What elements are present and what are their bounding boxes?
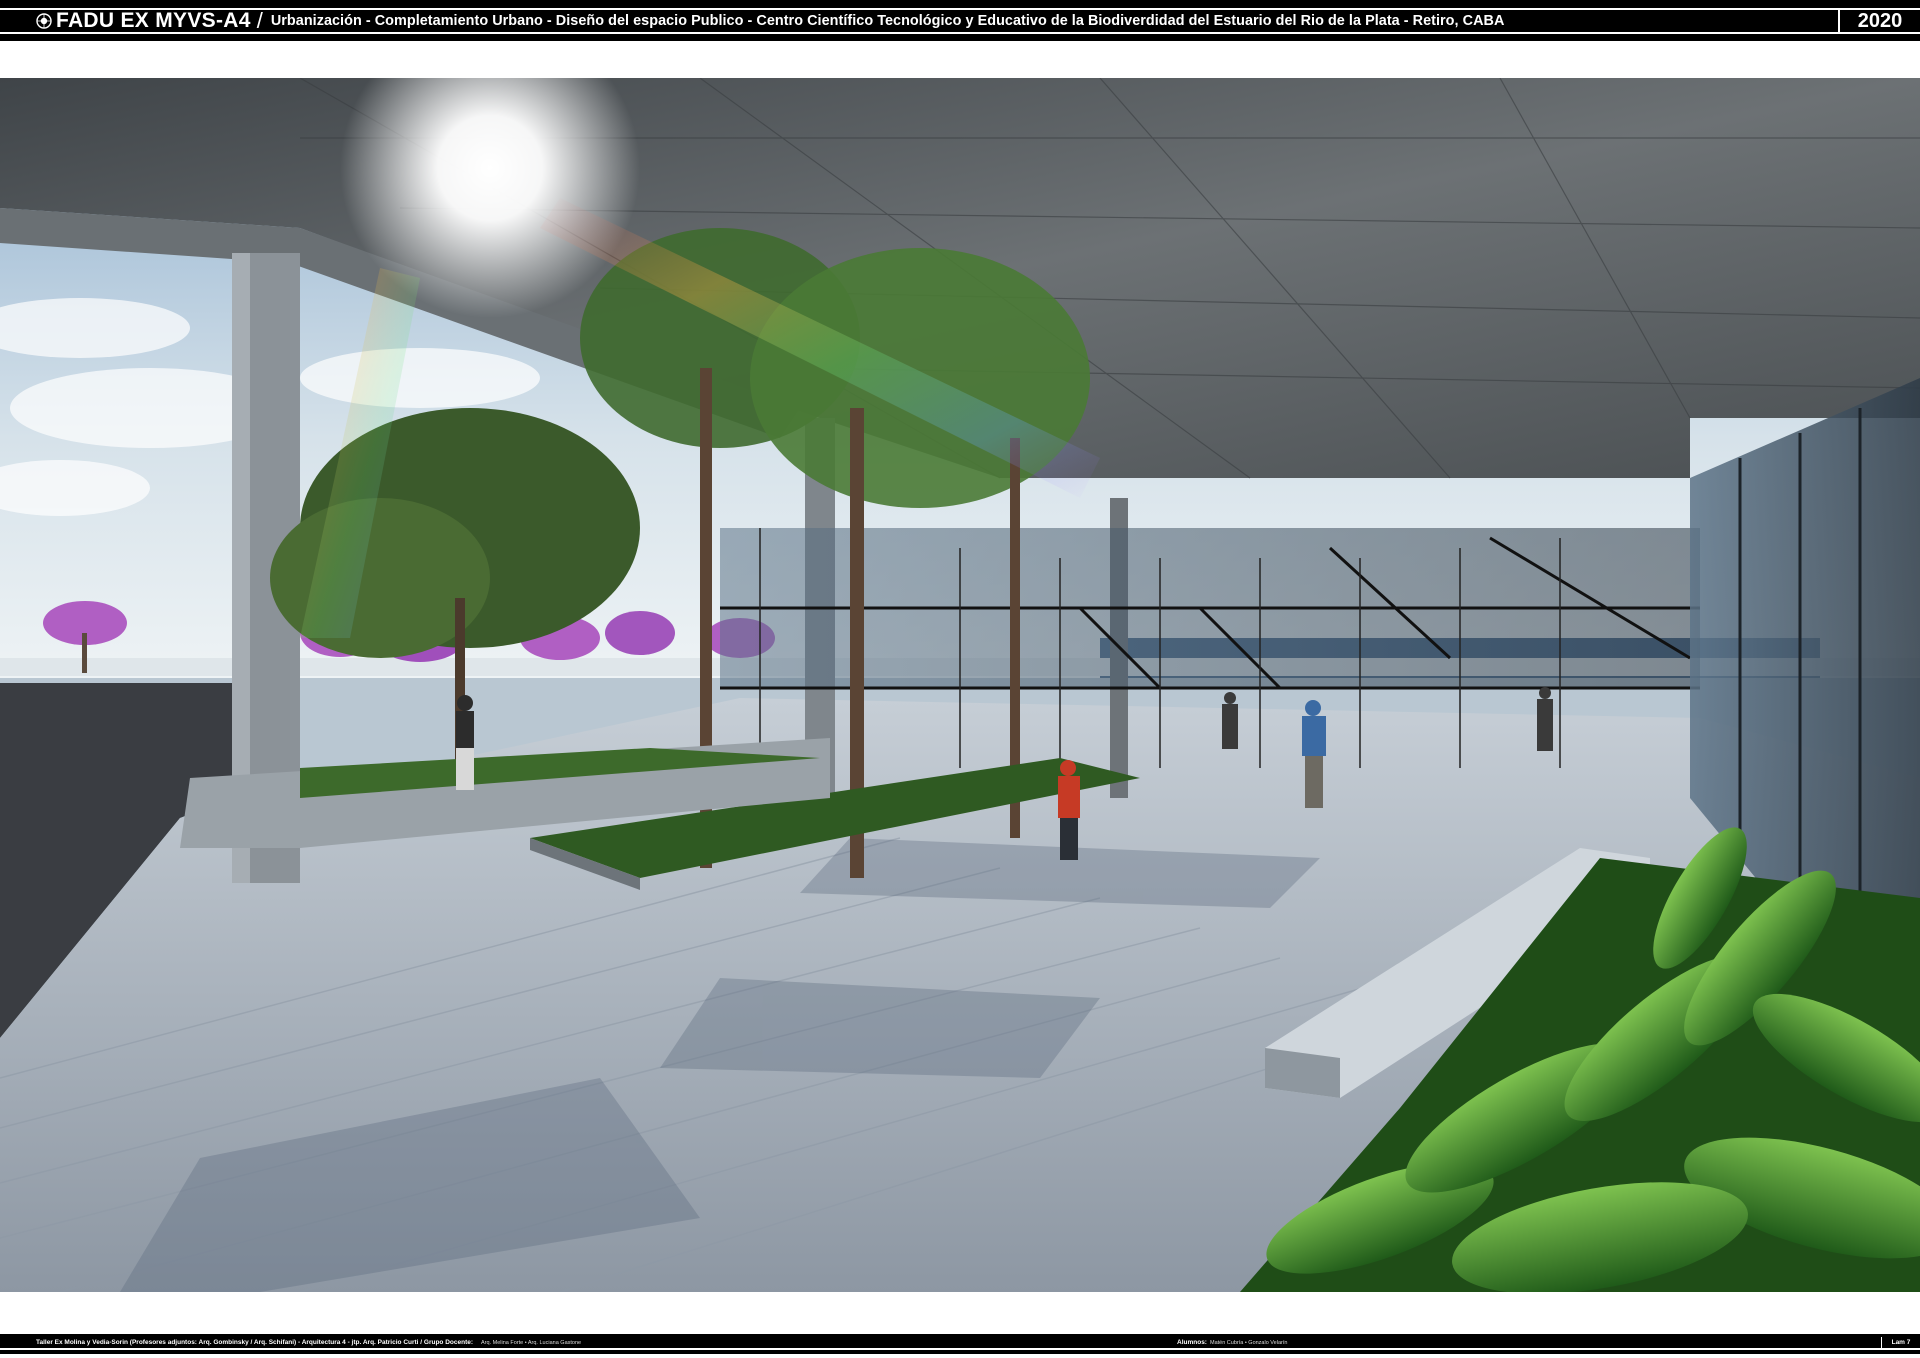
year-badge: 2020 [1838,10,1920,32]
students-names: Matén Cubría • Gonzalo Velarín [1209,1340,1288,1346]
title-bar: FADU EX MYVS-A4 / Urbanización - Complet… [0,8,1920,34]
project-subtitle: Urbanización - Completamiento Urbano - D… [270,13,1505,29]
brand-title: FADU EX MYVS-A4 [56,9,251,32]
sheet-number: Lam 7 [1881,1337,1920,1348]
footer-rule-bottom [0,1350,1920,1354]
workshop-credits: Taller Ex Molina y Vedia-Sorin (Profesor… [36,1339,474,1346]
teaching-staff: Arq. Melina Forte • Arq. Luciana Gastone [481,1339,582,1346]
year-label: 2020 [1857,9,1903,32]
sheet-footer: Taller Ex Molina y Vedia-Sorin (Profesor… [0,1337,1920,1348]
architectural-render [0,78,1920,1292]
sheet-header: FADU EX MYVS-A4 / Urbanización - Complet… [0,0,1920,41]
title-separator: / [256,8,263,33]
render-illustration [0,78,1920,1292]
students-label: Alumnos: Matén Cubría • Gonzalo Velarín [1177,1339,1288,1346]
globe-seal-icon [36,13,52,29]
